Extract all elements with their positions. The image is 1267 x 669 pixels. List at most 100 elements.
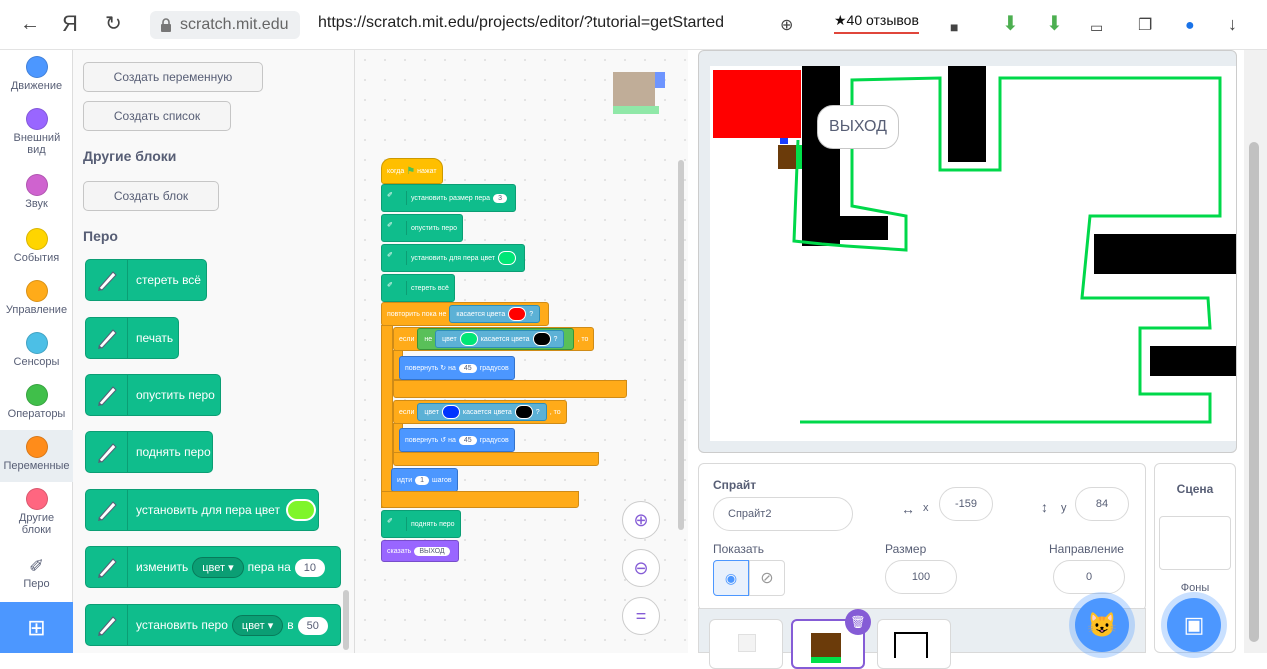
block-move-steps[interactable]: идти 1 шагов <box>391 468 458 492</box>
make-list-button[interactable]: Создать список <box>83 101 231 131</box>
block-pen-clear[interactable]: стереть всё <box>85 259 207 301</box>
rotate-left-icon: ↺ <box>440 437 447 444</box>
category-my-blocks[interactable]: Другие блоки <box>0 488 73 536</box>
color-red-swatch <box>508 307 527 321</box>
block-set-pen-size[interactable]: ✐ установить размер пера 3 <box>381 184 516 212</box>
category-sensing[interactable]: Сенсоры <box>0 332 73 368</box>
block-pen-up[interactable]: ✐ поднять перо <box>381 510 461 538</box>
block-pen-stamp[interactable]: печать <box>85 317 179 359</box>
zoom-out-button[interactable]: ⊖ <box>622 549 660 587</box>
category-variables[interactable]: Переменные <box>0 430 73 482</box>
block-turn-right[interactable]: повернуть ↻ на 45 градусов <box>399 356 515 380</box>
size-input[interactable]: 100 <box>885 560 957 594</box>
block-pen-set-color[interactable]: установить для пера цвет <box>85 489 319 531</box>
my-blocks-heading: Другие блоки <box>83 148 177 164</box>
sprite-name-input[interactable]: Спрайт2 <box>713 497 853 531</box>
block-set-pen-color[interactable]: ✐ установить для пера цвет <box>381 244 525 272</box>
block-say[interactable]: сказать ВЫХОД <box>381 540 459 562</box>
show-sprite-button[interactable]: ◉ <box>713 560 749 596</box>
repeat-c-bottom <box>381 491 579 508</box>
script-area[interactable]: когда ⚑ нажат ✐ установить размер пера 3 ✐… <box>355 50 688 653</box>
zoom-in-button[interactable]: ⊕ <box>622 501 660 539</box>
hide-sprite-button[interactable]: ⊘ <box>749 560 785 596</box>
x-coordinate-input[interactable]: -159 <box>939 487 993 521</box>
set-value-input[interactable]: 50 <box>297 616 328 635</box>
direction-label: Направление <box>1049 542 1124 556</box>
block-clear[interactable]: ✐ стереть всё <box>381 274 455 302</box>
category-pen[interactable]: ✐ Перо <box>0 556 73 590</box>
category-operators[interactable]: Операторы <box>0 384 73 420</box>
block-repeat-until[interactable]: повторить пока не касается цвета? <box>381 302 550 326</box>
reload-icon[interactable]: ↻ <box>105 12 122 36</box>
param-dropdown[interactable]: цвет ▾ <box>192 556 244 578</box>
eye-off-icon: ⊘ <box>760 570 774 587</box>
domain-text: scratch.mit.edu <box>180 16 289 33</box>
backdrops-label: Фоны <box>1180 582 1210 594</box>
block-pen-change[interactable]: изменить цвет ▾ пера на 10 <box>85 546 341 588</box>
show-label: Показать <box>713 542 765 556</box>
extension-icon[interactable]: ❐ <box>1138 14 1152 38</box>
address-bar-url[interactable]: https://scratch.mit.edu/projects/editor/… <box>318 14 724 32</box>
category-events[interactable]: События <box>0 228 73 264</box>
stage-canvas[interactable]: ВЫХОД <box>710 66 1236 441</box>
sprite-tile-3[interactable] <box>877 619 951 669</box>
stage-thumbnail[interactable] <box>1159 516 1231 570</box>
color-black-swatch <box>532 332 551 346</box>
pen-heading: Перо <box>83 228 118 244</box>
make-variable-button[interactable]: Создать переменную <box>83 62 263 92</box>
category-sound[interactable]: Звук <box>0 174 73 210</box>
pen-icon <box>86 432 128 472</box>
zoom-reset-button[interactable]: = <box>622 597 660 635</box>
category-motion[interactable]: Движение <box>0 56 73 92</box>
zoom-out-icon: ⊖ <box>633 557 649 578</box>
y-coordinate-input[interactable]: 84 <box>1075 487 1129 521</box>
make-block-button[interactable]: Создать блок <box>83 181 219 211</box>
color-green-swatch <box>459 332 478 346</box>
block-if-color[interactable]: если цвет касается цвета?, то <box>393 400 567 424</box>
change-value-input[interactable]: 10 <box>294 558 326 577</box>
category-looks[interactable]: Внешний вид <box>0 108 73 156</box>
block-when-flag-clicked[interactable]: когда ⚑ нажат <box>381 158 443 184</box>
category-control[interactable]: Управление <box>0 280 73 316</box>
x-arrows-icon: ↔ <box>901 501 915 517</box>
block-turn-left[interactable]: повернуть ↺ на 45 градусов <box>399 428 515 452</box>
reviews-badge[interactable]: ★40 отзывов <box>834 12 919 34</box>
zoom-magnifier-icon[interactable]: ⊕ <box>780 14 793 38</box>
add-extension-button[interactable]: ⊞ <box>0 602 73 653</box>
download-extension-2-icon[interactable]: ⬇ <box>1046 12 1063 36</box>
page-scrollbar[interactable] <box>1244 50 1267 653</box>
cat-icon: 😺 <box>1087 611 1117 639</box>
download-extension-icon[interactable]: ⬇ <box>1002 12 1019 36</box>
if-c-bottom <box>393 452 599 466</box>
block-pen-set-param[interactable]: установить перо цвет ▾ в 50 <box>85 604 341 646</box>
size-label: Размер <box>885 542 927 556</box>
block-if-not[interactable]: если не цвет касается цвета?, то <box>393 327 595 351</box>
downloads-icon[interactable]: ↓ <box>1228 12 1237 36</box>
add-extension-icon: ⊞ <box>27 614 46 640</box>
domain-pill[interactable]: scratch.mit.edu <box>150 11 301 39</box>
pen-icon: ✐ <box>387 281 407 295</box>
choose-sprite-button[interactable]: 😺 <box>1075 598 1129 652</box>
sprite-label: Спрайт <box>713 478 757 492</box>
pen-color-swatch[interactable] <box>285 499 316 521</box>
direction-input[interactable]: 0 <box>1053 560 1125 594</box>
pen-icon <box>86 490 128 530</box>
stage[interactable]: ВЫХОД <box>698 50 1237 453</box>
bookmark-icon[interactable]: ■ <box>950 15 958 39</box>
palette-scrollbar[interactable] <box>343 590 349 650</box>
sprite-tile-1[interactable] <box>709 619 783 669</box>
delete-sprite-button[interactable]: 🗑 <box>845 609 871 635</box>
x-label: x <box>923 502 929 514</box>
block-pen-down[interactable]: ✐ опустить перо <box>381 214 463 242</box>
back-arrow-icon[interactable]: ← <box>20 12 40 36</box>
battery-icon[interactable]: ▭ <box>1090 15 1103 39</box>
choose-backdrop-button[interactable]: ▣ <box>1167 598 1221 652</box>
page-scrollbar-thumb[interactable] <box>1249 142 1259 642</box>
block-pen-up[interactable]: поднять перо <box>85 431 213 473</box>
yandex-logo[interactable]: Я <box>62 12 78 36</box>
block-pen-down[interactable]: опустить перо <box>85 374 221 416</box>
script-scrollbar[interactable] <box>678 160 684 530</box>
profile-icon[interactable]: ● <box>1185 14 1195 38</box>
param-dropdown[interactable]: цвет ▾ <box>231 614 284 636</box>
stage-panel[interactable]: Сцена Фоны ▣ <box>1154 463 1236 653</box>
